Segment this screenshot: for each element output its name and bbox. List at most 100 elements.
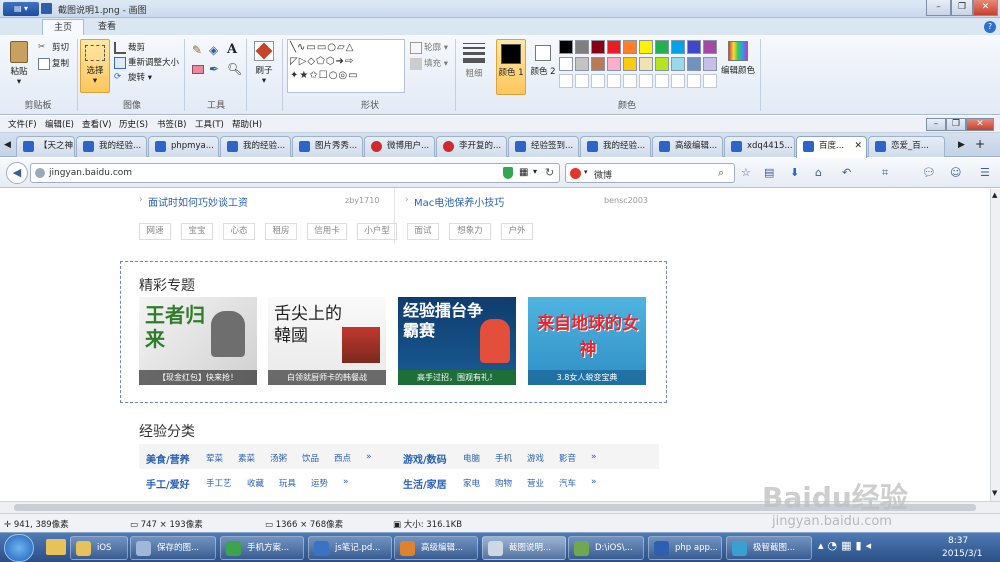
vertical-scrollbar[interactable]: ▲ ▼ (990, 189, 1000, 501)
tag-chip[interactable]: 网速 (139, 223, 171, 240)
taskbar-button[interactable]: 手机方案... (220, 536, 304, 560)
tag-chip[interactable]: 面试 (407, 223, 439, 240)
more-chevron-icon[interactable]: » (591, 452, 597, 462)
menu-file[interactable]: 文件(F) (8, 118, 37, 130)
category-name[interactable]: 手工/爱好 (146, 476, 190, 491)
folder-icon[interactable] (46, 539, 66, 555)
browser-tab[interactable]: 百度... ✕ (796, 136, 867, 158)
more-chevron-icon[interactable]: » (366, 452, 372, 462)
palette-custom-swatch[interactable] (671, 74, 685, 88)
palette-swatch[interactable] (559, 57, 573, 71)
taskbar-button[interactable]: 保存的图... (130, 536, 216, 560)
category-item-link[interactable]: 运势 (311, 477, 328, 489)
back-button[interactable]: ◀ (6, 162, 28, 184)
app-menu-button[interactable]: ▤ ▾ (3, 2, 39, 16)
category-item-link[interactable]: 西点 (334, 452, 351, 464)
category-name[interactable]: 美食/营养 (146, 451, 190, 466)
category-item-link[interactable]: 手工艺 (206, 477, 232, 489)
save-icon[interactable] (41, 3, 52, 14)
tab-close-icon[interactable]: ✕ (854, 137, 862, 156)
search-icon[interactable]: ⌕ (718, 166, 724, 180)
browser-tab[interactable]: 高级编辑... (652, 136, 723, 157)
url-bar[interactable]: jingyan.baidu.com ▦ ▾ ↻ (30, 163, 560, 183)
tab-scroll-right-icon[interactable]: ▶ (958, 140, 965, 150)
qr-icon[interactable]: ▦ (519, 167, 528, 178)
bookmark-star-icon[interactable]: ☆ (741, 166, 751, 179)
taskbar-button[interactable]: js笔记.pd... (308, 536, 392, 560)
category-item-link[interactable]: 手机 (495, 452, 512, 464)
clock-date[interactable]: 2015/3/1 (942, 549, 982, 559)
palette-swatch[interactable] (623, 57, 637, 71)
tab-view[interactable]: 查看 (86, 19, 128, 36)
menu-tools[interactable]: 工具(T) (195, 118, 224, 130)
color2-button[interactable]: 颜色 2 (530, 39, 556, 95)
size-button[interactable]: 粗细 (460, 39, 488, 93)
taskbar-button[interactable]: D:\iOS\... (568, 536, 644, 560)
category-item-link[interactable]: 玩具 (279, 477, 296, 489)
category-item-link[interactable]: 营业 (527, 477, 544, 489)
text-icon[interactable]: A (227, 42, 237, 57)
tag-chip[interactable]: 信用卡 (307, 223, 347, 240)
copy-button[interactable]: 复制 (38, 57, 69, 70)
minimize-button[interactable]: – (926, 0, 951, 16)
browser-tab[interactable]: 李开复的... (436, 136, 507, 157)
tag-chip[interactable]: 宝宝 (181, 223, 213, 240)
message-icon[interactable]: ☺ (950, 166, 961, 179)
taskbar-button[interactable]: 高级编辑... (394, 536, 478, 560)
download-icon[interactable]: ⬇ (790, 166, 799, 179)
category-name[interactable]: 游戏/数码 (403, 451, 447, 466)
more-chevron-icon[interactable]: » (343, 477, 349, 487)
maximize-button[interactable]: ❐ (951, 0, 973, 16)
palette-swatch[interactable] (687, 57, 701, 71)
taskbar-button[interactable]: iOS (70, 536, 128, 560)
outline-dropdown[interactable]: 轮廓 ▾ (410, 41, 448, 54)
category-item-link[interactable]: 电脑 (463, 452, 480, 464)
palette-swatch[interactable] (639, 40, 653, 54)
menu-bookmarks[interactable]: 书签(B) (157, 118, 186, 130)
palette-swatch[interactable] (639, 57, 653, 71)
palette-custom-swatch[interactable] (607, 74, 621, 88)
browser-tab[interactable]: 恋爱_百... (868, 136, 945, 157)
category-item-link[interactable]: 汤粥 (270, 452, 287, 464)
scroll-up-icon[interactable]: ▲ (992, 191, 997, 199)
menu-view[interactable]: 查看(V) (82, 118, 111, 130)
close-button[interactable]: ✕ (973, 0, 998, 16)
scroll-down-icon[interactable]: ▼ (992, 489, 997, 497)
tag-chip[interactable]: 小户型 (357, 223, 397, 240)
color1-button[interactable]: 颜色 1 (496, 39, 526, 95)
menu-edit[interactable]: 编辑(E) (45, 118, 74, 130)
tab-scroll-left-icon[interactable]: ◀ (4, 140, 11, 150)
palette-swatch[interactable] (591, 40, 605, 54)
palette-swatch[interactable] (703, 40, 717, 54)
search-box[interactable]: ▾ 微博 ⌕ (565, 163, 735, 183)
palette-swatch[interactable] (687, 40, 701, 54)
chat-icon[interactable]: 💬︎ (922, 166, 936, 179)
palette-custom-swatch[interactable] (639, 74, 653, 88)
palette-swatch[interactable] (607, 40, 621, 54)
palette-swatch[interactable] (623, 40, 637, 54)
palette-custom-swatch[interactable] (655, 74, 669, 88)
palette-custom-swatch[interactable] (591, 74, 605, 88)
category-item-link[interactable]: 家电 (463, 477, 480, 489)
menu-history[interactable]: 历史(S) (119, 118, 148, 130)
reload-icon[interactable]: ↻ (545, 166, 554, 179)
browser-tab[interactable]: 经验签到... (508, 136, 579, 157)
palette-custom-swatch[interactable] (623, 74, 637, 88)
start-button[interactable] (4, 534, 34, 562)
menu-icon[interactable]: ☰ (980, 166, 990, 179)
tab-home[interactable]: 主页 (42, 19, 84, 36)
category-item-link[interactable]: 收藏 (247, 477, 264, 489)
dropdown-icon[interactable]: ▾ (533, 167, 537, 176)
home-icon[interactable]: ⌂ (815, 166, 822, 179)
palette-swatch[interactable] (591, 57, 605, 71)
category-item-link[interactable]: 游戏 (527, 452, 544, 464)
palette-swatch[interactable] (655, 40, 669, 54)
category-item-link[interactable]: 素菜 (238, 452, 255, 464)
taskbar-button[interactable]: 截图说明... (482, 536, 566, 560)
help-icon[interactable]: ? (984, 21, 996, 33)
article-link[interactable]: 面试时如何巧妙谈工资 (148, 194, 248, 209)
fill-dropdown[interactable]: 填充 ▾ (410, 57, 448, 70)
featured-card-2[interactable]: 舌尖上的韓國 白领就厨师卡的韩餐战 (268, 297, 386, 385)
edit-colors-button[interactable]: 编辑颜色 (720, 39, 756, 93)
resize-button[interactable]: 重新调整大小 (114, 56, 179, 69)
